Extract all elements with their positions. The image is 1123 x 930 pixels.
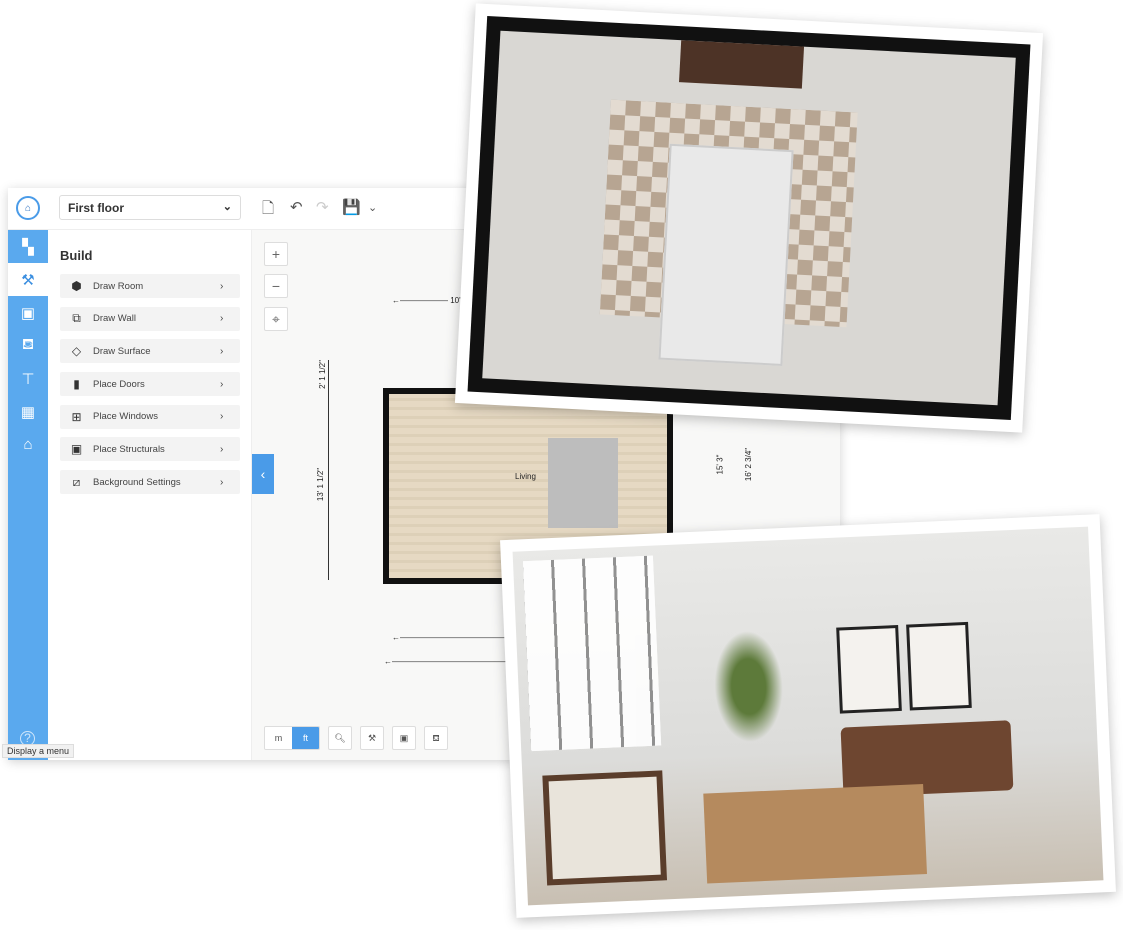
chevron-down-icon: ⌄ — [222, 201, 232, 213]
build-tools-icon[interactable]: ⚒ — [8, 263, 48, 296]
side-rail: ▚ ⚒ ▣ ⛾ ⊤ ▦ ⌂ ? — [8, 230, 48, 760]
undo-icon[interactable]: ↶ — [290, 198, 303, 216]
brick-wall-icon[interactable]: ▦ — [8, 395, 48, 428]
door-icon: ▮ — [73, 377, 80, 392]
chevron-right-icon: › — [220, 280, 224, 292]
chevron-right-icon: › — [220, 443, 224, 455]
living-room-3d-render-photo — [500, 514, 1116, 918]
wall-icon: ⧉ — [72, 311, 81, 326]
build-tools-icon[interactable]: ⚒ — [360, 726, 384, 750]
dimension-right-a: 15' 3" — [715, 454, 725, 475]
zoom-in-button[interactable]: + — [264, 242, 288, 266]
recenter-button[interactable]: ⌖ — [264, 307, 288, 331]
floor-select[interactable]: First floor ⌄ — [59, 195, 241, 220]
chevron-right-icon: › — [220, 313, 224, 325]
redo-icon[interactable]: ↷ — [316, 198, 329, 216]
unit-m[interactable]: m — [265, 727, 292, 749]
chevron-right-icon: › — [220, 378, 224, 390]
place-structurals-button[interactable]: ▣ Place Structurals › — [60, 437, 240, 462]
draw-surface-button[interactable]: ◇ Draw Surface › — [60, 339, 240, 364]
item-label: Place Windows — [93, 411, 158, 423]
chevron-right-icon: › — [220, 345, 224, 357]
rug — [548, 438, 618, 528]
comment-icon[interactable]: ▣ — [8, 296, 48, 329]
floorplan-icon[interactable]: ▚ — [8, 230, 48, 263]
background-settings-button[interactable]: ⧄ Background Settings › — [60, 470, 240, 495]
item-label: Background Settings — [93, 476, 181, 488]
item-label: Draw Surface — [93, 345, 151, 357]
item-label: Place Doors — [93, 378, 145, 390]
surface-icon: ◇ — [71, 344, 82, 359]
item-label: Draw Wall — [93, 313, 136, 325]
dimension-top: ←―――――― 10' — [392, 296, 461, 305]
comment-icon[interactable]: ▣ — [392, 726, 416, 750]
furniture-icon[interactable]: ⛾ — [8, 329, 48, 362]
draw-wall-button[interactable]: ⧉ Draw Wall › — [60, 306, 240, 331]
room-label: Living — [515, 472, 536, 481]
build-panel: Build ⬢ Draw Room › ⧉ Draw Wall › ◇ Draw Surf… — [48, 230, 252, 760]
item-label: Draw Room — [93, 280, 144, 292]
item-label: Place Structurals — [93, 443, 165, 455]
floor-select-value: First floor — [68, 201, 124, 215]
app-logo[interactable]: ⌂ — [16, 196, 40, 220]
bottom-toolbar: m ft 🔍︎ ⚒ ▣ ⛾ — [264, 726, 448, 750]
search-icon[interactable]: 🔍︎ — [328, 726, 352, 750]
window-icon: ⊞ — [71, 409, 82, 424]
save-icon[interactable]: 💾 — [342, 198, 361, 216]
export-icon[interactable]: ⌂ — [8, 428, 48, 461]
unit-toggle[interactable]: m ft — [264, 726, 320, 750]
draw-room-button[interactable]: ⬢ Draw Room › — [60, 274, 240, 298]
paint-roller-icon[interactable]: ⊤ — [8, 362, 48, 395]
structural-icon: ▣ — [70, 442, 83, 457]
new-file-icon[interactable]: 🗋 — [262, 198, 274, 223]
chevron-right-icon: › — [220, 411, 224, 423]
unit-ft[interactable]: ft — [292, 727, 319, 749]
save-options-chevron-icon[interactable]: ⌄ — [368, 201, 377, 214]
dimension-left-upper: 2' 1 1/2" — [317, 360, 327, 389]
background-icon: ⧄ — [72, 474, 81, 489]
bedroom-3d-topview-photo — [454, 3, 1044, 433]
panel-title: Build — [60, 248, 93, 263]
help-tooltip: Display a menu — [2, 744, 75, 758]
dimension-right-b: 16' 2 3/4" — [744, 447, 754, 482]
chevron-right-icon: › — [220, 476, 224, 488]
place-doors-button[interactable]: ▮ Place Doors › — [60, 372, 240, 397]
zoom-out-button[interactable]: − — [264, 274, 288, 298]
place-windows-button[interactable]: ⊞ Place Windows › — [60, 404, 240, 429]
cube-icon: ⬢ — [71, 279, 82, 293]
collapse-panel-button[interactable]: ‹ — [252, 454, 274, 494]
dimension-left-lower: 13' 1 1/2" — [316, 467, 326, 502]
furniture-icon[interactable]: ⛾ — [424, 726, 448, 750]
dimension-line — [328, 360, 329, 580]
